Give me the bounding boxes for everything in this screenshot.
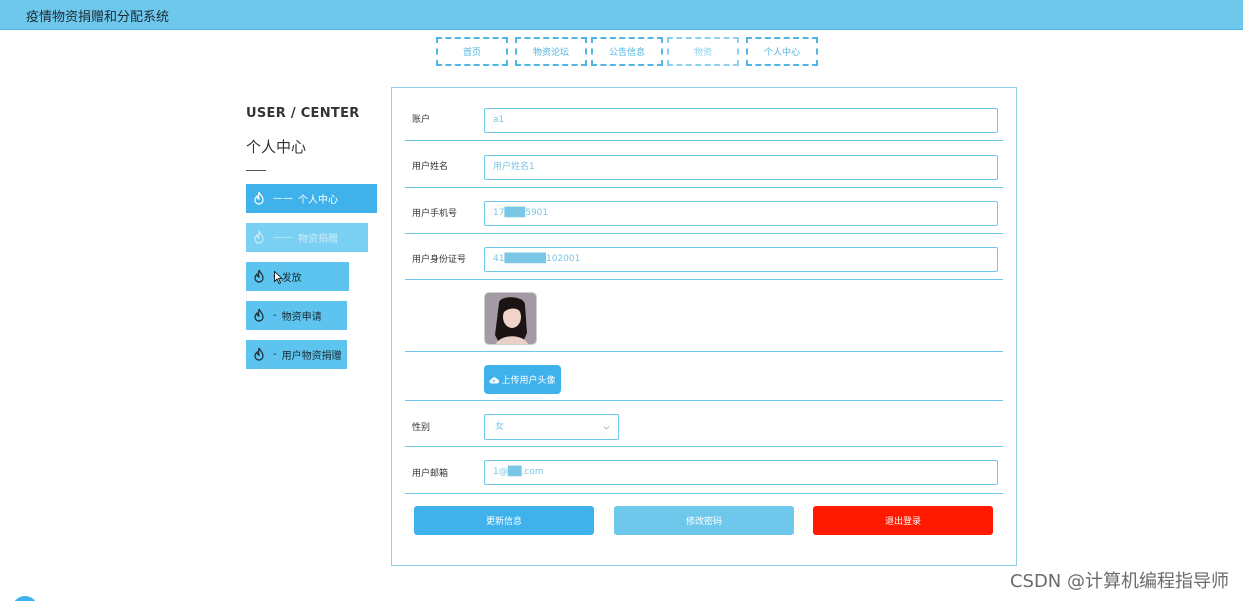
sidebar-item-prefix: - <box>273 310 277 321</box>
sidebar-item-prefix: - <box>273 349 277 360</box>
gender-value: 女 <box>495 422 505 432</box>
name-label: 用户姓名 <box>412 162 449 172</box>
nav-announcements[interactable]: 公告信息 <box>591 37 663 66</box>
cloud-upload-icon <box>489 376 500 383</box>
sidebar-item-apply[interactable]: - 物资申请 <box>246 301 347 330</box>
sidebar-title-cn: 个人中心 <box>246 138 307 156</box>
form-row-name: 用户姓名 用户姓名1 <box>405 141 1003 188</box>
nav-home[interactable]: 首页 <box>436 37 508 66</box>
upload-avatar-button[interactable]: 上传用户头像 <box>484 365 561 394</box>
avatar <box>484 292 537 345</box>
profile-form: 账户 a1 用户姓名 用户姓名1 用户手机号 17███5901 用户身份证号 … <box>391 87 1017 566</box>
account-label: 账户 <box>412 115 431 125</box>
form-row-account: 账户 a1 <box>405 88 1003 141</box>
update-info-button[interactable]: 更新信息 <box>414 506 594 535</box>
sidebar-item-prefix: —— <box>273 193 293 204</box>
fire-icon <box>254 191 264 205</box>
form-row-avatar <box>405 280 1003 352</box>
phone-field[interactable]: 17███5901 <box>484 201 998 226</box>
sidebar-item-label: 个人中心 <box>298 195 338 206</box>
sidebar-item-label: 发放 <box>281 273 302 284</box>
form-row-idcard: 用户身份证号 41██████102001 <box>405 234 1003 280</box>
fire-icon <box>254 230 264 244</box>
change-password-button[interactable]: 修改密码 <box>614 506 794 535</box>
gender-label: 性别 <box>412 423 431 433</box>
sidebar-item-label: 物资捐赠 <box>298 234 338 245</box>
fire-icon <box>254 269 264 283</box>
gender-select[interactable]: 女 <box>484 414 619 440</box>
form-row-email: 用户邮箱 1@██.com <box>405 447 1003 494</box>
fire-icon <box>254 308 264 322</box>
phone-label: 用户手机号 <box>412 209 458 219</box>
sidebar-item-user-center[interactable]: —— 个人中心 <box>246 184 377 213</box>
nav-materials[interactable]: 物资 <box>667 37 739 66</box>
sidebar-item-label: 物资申请 <box>281 312 322 323</box>
idcard-label: 用户身份证号 <box>412 255 467 265</box>
email-field[interactable]: 1@██.com <box>484 460 998 485</box>
email-label: 用户邮箱 <box>412 469 449 479</box>
form-row-upload: 上传用户头像 <box>405 352 1003 401</box>
account-field[interactable]: a1 <box>484 108 998 133</box>
chevron-down-icon <box>603 426 610 430</box>
corner-badge <box>12 596 38 601</box>
sidebar-item-distribute[interactable]: - 发放 <box>246 262 349 291</box>
nav-user-center[interactable]: 个人中心 <box>746 37 818 66</box>
fire-icon <box>254 347 264 361</box>
sidebar-title-en: USER / CENTER <box>246 106 360 121</box>
name-field[interactable]: 用户姓名1 <box>484 155 998 180</box>
upload-avatar-label: 上传用户头像 <box>501 376 556 386</box>
app-title: 疫情物资捐赠和分配系统 <box>26 10 170 25</box>
watermark: CSDN @计算机编程指导师 <box>1009 571 1229 592</box>
sidebar-item-donation[interactable]: —— 物资捐赠 <box>246 223 368 252</box>
sidebar-item-user-donation[interactable]: - 用户物资捐赠 <box>246 340 347 369</box>
sidebar-divider <box>246 170 266 171</box>
sidebar-item-prefix: —— <box>273 232 293 243</box>
app-header: 疫情物资捐赠和分配系统 <box>0 0 1243 30</box>
logout-button[interactable]: 退出登录 <box>813 506 993 535</box>
sidebar-item-label: 用户物资捐赠 <box>281 351 342 362</box>
form-row-phone: 用户手机号 17███5901 <box>405 188 1003 234</box>
avatar-image <box>485 293 536 344</box>
mouse-cursor-icon <box>274 271 283 284</box>
form-row-gender: 性别 女 <box>405 401 1003 447</box>
nav-forum[interactable]: 物资论坛 <box>515 37 587 66</box>
idcard-field[interactable]: 41██████102001 <box>484 247 998 272</box>
